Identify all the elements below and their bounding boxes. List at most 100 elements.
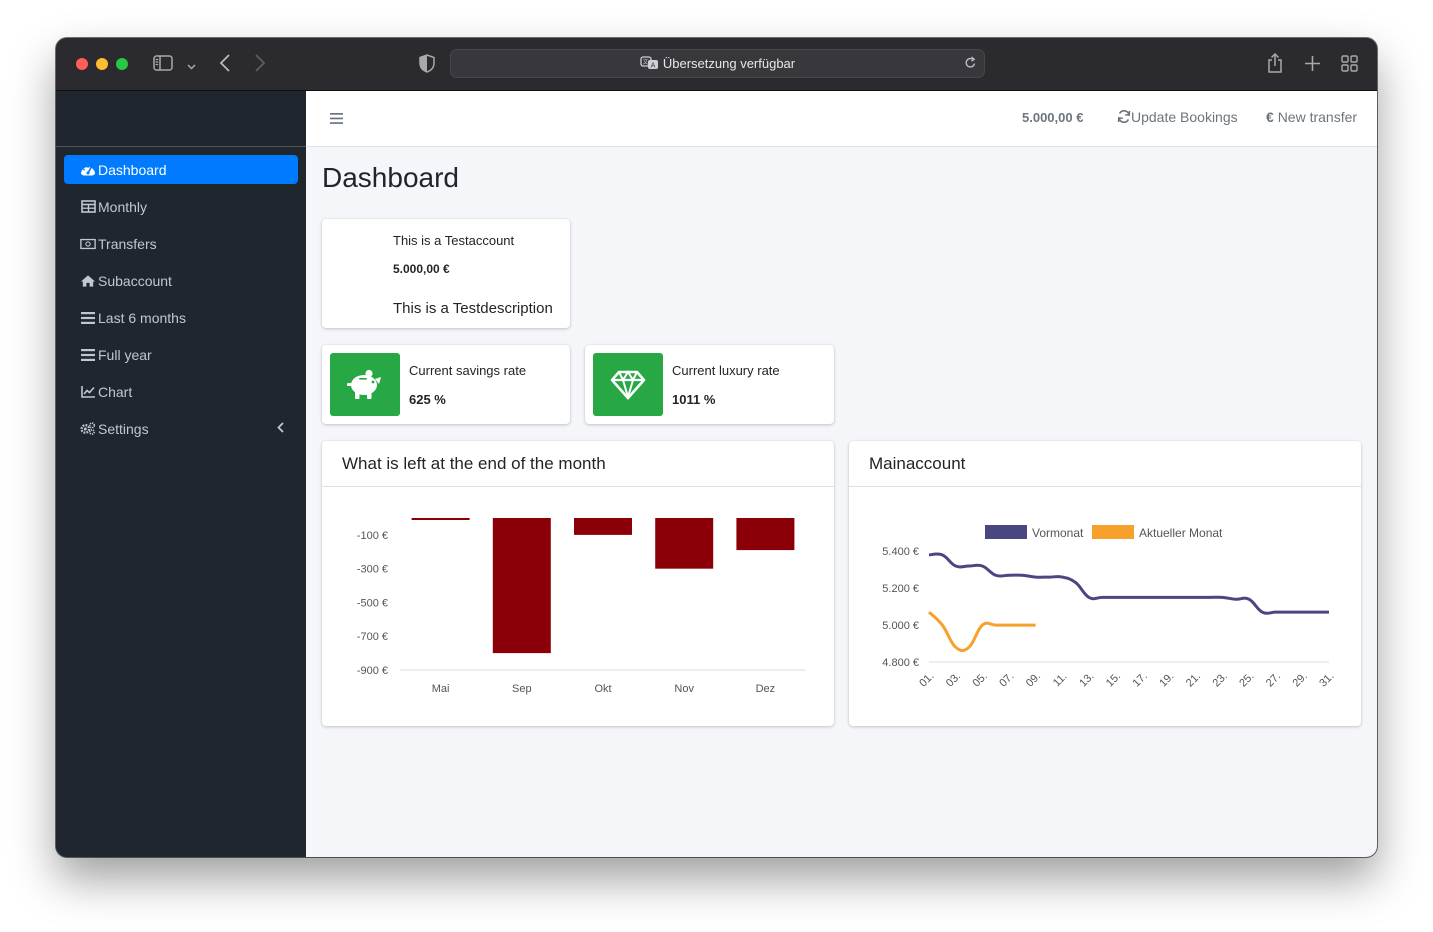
piggy-bank-icon (347, 369, 381, 399)
sidebar-item-chart[interactable]: Chart (64, 377, 298, 406)
legend-swatch (985, 525, 1027, 539)
savings-rate-value: 625 % (409, 392, 446, 407)
account-balance: 5.000,00 € (393, 262, 450, 276)
bars-icon (80, 311, 96, 324)
bar (736, 518, 795, 551)
privacy-shield-icon[interactable] (419, 54, 435, 78)
account-card[interactable]: This is a Testaccount 5.000,00 € This is… (322, 219, 570, 328)
sidebar-item-label: Transfers (98, 235, 157, 252)
minimize-window-button[interactable] (96, 58, 108, 70)
x-tick-label: 05. (971, 670, 990, 689)
bars-icon (80, 348, 96, 361)
x-tick-label: 03. (944, 670, 963, 689)
sidebar-brand (56, 91, 306, 147)
x-tick-label: Mai (432, 683, 450, 695)
sidebar-item-monthly[interactable]: Monthly (64, 192, 298, 221)
svg-text:文: 文 (642, 58, 648, 66)
x-tick-label: 07. (997, 670, 1016, 689)
money-bill-icon (80, 238, 96, 250)
x-tick-label: Nov (674, 683, 694, 695)
translate-icon[interactable]: A文 (640, 56, 659, 70)
y-tick-label: 5.200 € (882, 583, 919, 595)
chevron-left-icon[interactable] (277, 420, 284, 436)
sidebar-item-label: Settings (98, 420, 149, 437)
y-tick-label: 5.400 € (882, 546, 919, 558)
sidebar-item-last-6-months[interactable]: Last 6 months (64, 303, 298, 332)
mainaccount-chart-title: Mainaccount (849, 441, 1361, 487)
browser-window: A 文 Übersetzung verfügbar Dashboard Mont… (56, 38, 1377, 857)
tachometer-icon (80, 163, 96, 177)
svg-text:A: A (651, 63, 656, 70)
euro-icon: € (1266, 109, 1274, 125)
month-end-chart-card: What is left at the end of the month -10… (322, 441, 834, 726)
table-icon (80, 200, 96, 213)
main-content: Dashboard This is a Testaccount 5.000,00… (306, 147, 1377, 857)
bar (655, 518, 714, 569)
y-tick-label: -700 € (357, 631, 388, 643)
x-tick-label: 09. (1024, 670, 1043, 689)
new-transfer-link[interactable]: € New transfer (1266, 109, 1357, 125)
month-end-chart-title: What is left at the end of the month (322, 441, 834, 487)
sidebar-item-label: Last 6 months (98, 309, 186, 326)
sidebar: Dashboard Monthly Transfers Subaccount L… (56, 91, 306, 857)
new-transfer-label: New transfer (1277, 109, 1358, 125)
series-line (928, 552, 1329, 615)
bar (492, 518, 551, 654)
update-bookings-link[interactable]: Update Bookings (1117, 109, 1238, 125)
x-tick-label: Okt (594, 683, 611, 695)
url-label: Übersetzung verfügbar (662, 56, 796, 71)
close-window-button[interactable] (76, 58, 88, 70)
address-bar[interactable]: A 文 Übersetzung verfügbar (450, 49, 985, 78)
x-tick-label: 29. (1291, 670, 1310, 689)
zoom-window-button[interactable] (116, 58, 128, 70)
sidebar-toggle-icon[interactable] (153, 55, 173, 76)
savings-icon-box (330, 353, 400, 416)
sidebar-item-settings[interactable]: Settings (64, 414, 298, 443)
legend-label: Vormonat (1032, 526, 1084, 540)
x-tick-label: 27. (1264, 670, 1283, 689)
cogs-icon (80, 421, 96, 436)
sidebar-item-label: Chart (98, 383, 133, 400)
legend-swatch (1092, 525, 1134, 539)
y-tick-label: -300 € (357, 564, 388, 576)
luxury-icon-box (593, 353, 663, 416)
new-tab-icon[interactable] (1305, 56, 1320, 76)
mainaccount-chart-card: Mainaccount 5.400 € 5.200 € 5.000 € 4.800 €… (849, 441, 1361, 726)
x-tick-label: Dez (756, 683, 776, 695)
month-end-bar-chart: -100 € -300 € -500 € -700 € -900 € Mai Sep Okt N… (357, 518, 806, 695)
sidebar-item-subaccount[interactable]: Subaccount (64, 266, 298, 295)
home-icon (80, 274, 96, 288)
y-tick-label: 5.000 € (882, 620, 919, 632)
series-line (927, 611, 1036, 653)
reload-icon[interactable] (964, 56, 977, 75)
forward-arrow-icon[interactable] (254, 54, 266, 77)
share-icon[interactable] (1267, 52, 1283, 78)
sidebar-item-label: Monthly (98, 198, 148, 215)
legend-label: Aktueller Monat (1139, 526, 1223, 540)
chevron-down-icon[interactable] (187, 58, 196, 76)
y-tick-label: -500 € (357, 597, 388, 609)
account-description: This is a Testdescription (393, 300, 553, 317)
bar (411, 518, 470, 520)
balance-display: 5.000,00 € (1022, 110, 1084, 125)
update-bookings-label: Update Bookings (1131, 109, 1238, 125)
page-title: Dashboard (322, 162, 459, 193)
luxury-rate-label: Current luxury rate (672, 363, 780, 378)
x-tick-label: 23. (1211, 670, 1230, 689)
luxury-rate-value: 1011 % (672, 392, 716, 407)
x-tick-label: 25. (1237, 670, 1256, 689)
x-tick-label: 13. (1077, 670, 1096, 689)
x-tick-label: 31. (1317, 670, 1336, 689)
x-tick-label: 21. (1184, 670, 1203, 689)
tab-overview-icon[interactable] (1341, 55, 1358, 77)
account-name: This is a Testaccount (393, 233, 515, 248)
sidebar-item-dashboard[interactable]: Dashboard (64, 155, 298, 184)
hamburger-menu-icon[interactable] (330, 111, 343, 129)
x-tick-label: 11. (1051, 671, 1070, 690)
sidebar-item-transfers[interactable]: Transfers (64, 229, 298, 258)
mainaccount-line-chart: 5.400 € 5.200 € 5.000 € 4.800 €01. 03. 05. 07.… (882, 525, 1337, 690)
y-tick-label: 4.800 € (882, 657, 919, 669)
y-tick-label: -100 € (357, 530, 388, 542)
back-arrow-icon[interactable] (219, 54, 231, 77)
sidebar-item-full-year[interactable]: Full year (64, 340, 298, 369)
